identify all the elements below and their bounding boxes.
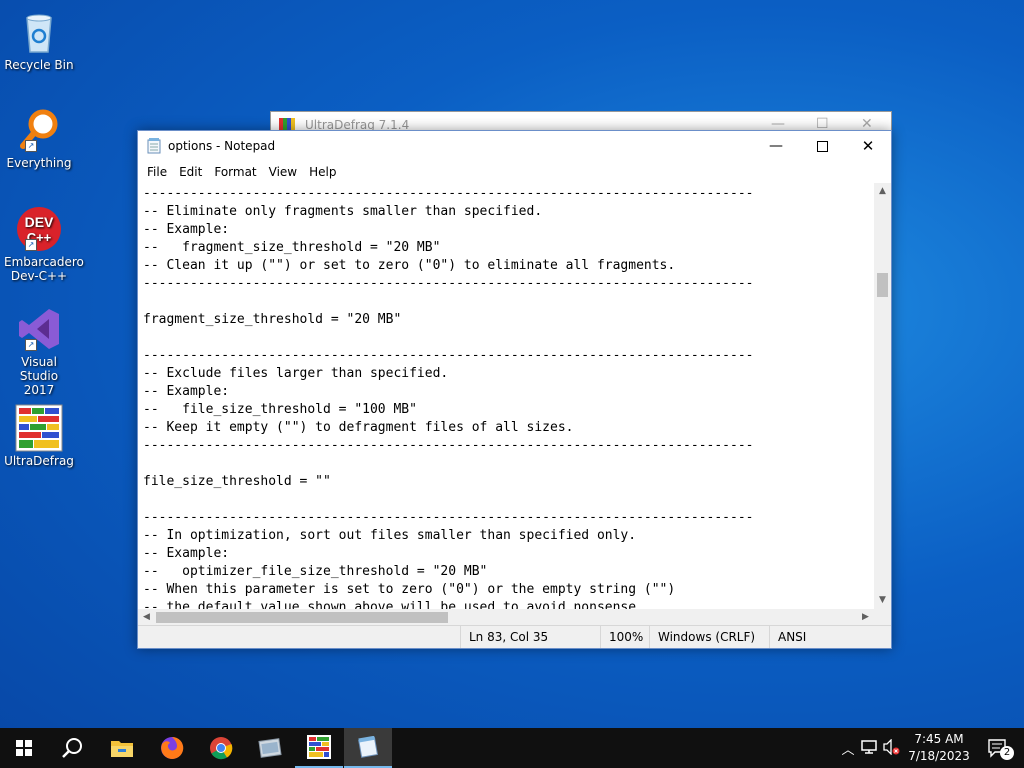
firefox-icon	[161, 736, 184, 759]
shortcut-arrow-icon: ↗	[25, 140, 37, 152]
notification-center-button[interactable]: 2	[978, 728, 1018, 768]
desktop-icon-label: Embarcadero Dev-C++	[4, 255, 84, 283]
windows-logo-icon	[16, 740, 32, 756]
search-button[interactable]	[48, 728, 96, 768]
scroll-left-icon[interactable]: ◀	[138, 609, 155, 626]
show-hidden-icons-icon[interactable]: ︿	[838, 739, 858, 758]
close-button[interactable]: ✕	[845, 131, 891, 161]
window-title: options - Notepad	[168, 139, 276, 153]
desktop-icon-label: Visual Studio 2017	[19, 355, 59, 397]
close-icon: ✕	[861, 137, 875, 155]
everything-search-icon: ↗	[15, 106, 63, 154]
svg-text:DEV: DEV	[25, 214, 54, 230]
search-icon	[62, 738, 82, 758]
volume-muted-icon[interactable]	[880, 737, 902, 758]
minimize-icon: —	[769, 138, 783, 154]
start-button[interactable]	[0, 728, 48, 768]
maximize-button[interactable]	[799, 131, 845, 161]
taskbar: ︿ 7:45 AM 7/18/2023 2	[0, 728, 1024, 768]
menu-view[interactable]: View	[263, 165, 303, 179]
vertical-scroll-thumb[interactable]	[877, 273, 888, 297]
menu-help[interactable]: Help	[303, 165, 342, 179]
application-window-icon	[258, 738, 282, 758]
status-encoding: ANSI	[769, 626, 878, 648]
menu-format[interactable]: Format	[208, 165, 262, 179]
menu-file[interactable]: File	[141, 165, 173, 179]
status-line-ending: Windows (CRLF)	[649, 626, 768, 648]
taskbar-file-explorer[interactable]	[98, 728, 146, 768]
ultradefrag-icon	[15, 404, 63, 452]
desktop-icon-recycle-bin[interactable]: Recycle Bin	[4, 8, 74, 72]
desktop-icon-devcpp[interactable]: DEV C++ ↗ Embarcadero Dev-C++	[4, 205, 84, 283]
scroll-down-icon[interactable]: ▼	[874, 592, 891, 609]
taskbar-app-window[interactable]	[246, 728, 294, 768]
desktop-icon-label: UltraDefrag	[4, 454, 74, 468]
devcpp-icon: DEV C++ ↗	[15, 205, 63, 253]
shortcut-arrow-icon: ↗	[25, 339, 37, 351]
scroll-right-icon[interactable]: ▶	[857, 609, 874, 626]
horizontal-scrollbar[interactable]: ◀ ▶	[138, 609, 874, 626]
taskbar-clock[interactable]: 7:45 AM 7/18/2023	[904, 731, 974, 765]
taskbar-chrome[interactable]	[197, 728, 245, 768]
desktop-icon-label: Everything	[6, 156, 72, 170]
visual-studio-icon: ↗	[15, 305, 63, 353]
chrome-icon	[210, 737, 233, 760]
notification-count-badge: 2	[1000, 746, 1014, 760]
notepad-window[interactable]: options - Notepad — ✕ File Edit Format V…	[137, 130, 892, 649]
system-tray: ︿	[838, 728, 902, 768]
taskbar-firefox[interactable]	[148, 728, 196, 768]
ultradefrag-taskbar-icon	[307, 735, 331, 759]
status-zoom: 100%	[600, 626, 649, 648]
network-icon[interactable]	[858, 739, 880, 757]
scroll-up-icon[interactable]: ▲	[874, 183, 891, 200]
menu-bar: File Edit Format View Help	[138, 161, 891, 183]
editor-text[interactable]: ----------------------------------------…	[138, 183, 874, 609]
notepad-app-icon	[147, 138, 161, 154]
menu-edit[interactable]: Edit	[173, 165, 208, 179]
text-editor[interactable]: ----------------------------------------…	[138, 183, 874, 609]
scrollbar-corner	[874, 609, 891, 626]
status-bar: Ln 83, Col 35 100% Windows (CRLF) ANSI	[138, 625, 891, 648]
minimize-button[interactable]: —	[753, 131, 799, 161]
horizontal-scroll-thumb[interactable]	[156, 612, 448, 623]
taskbar-ultradefrag[interactable]	[295, 728, 343, 768]
desktop-icon-everything[interactable]: ↗ Everything	[4, 106, 74, 170]
taskbar-notepad[interactable]	[344, 728, 392, 768]
ultradefrag-window-icon	[279, 118, 295, 130]
notepad-taskbar-icon	[358, 736, 379, 758]
desktop-icon-ultradefrag[interactable]: UltraDefrag	[4, 404, 74, 468]
notepad-titlebar[interactable]: options - Notepad — ✕	[138, 131, 891, 161]
clock-date: 7/18/2023	[908, 749, 970, 763]
vertical-scrollbar[interactable]: ▲ ▼	[874, 183, 891, 609]
recycle-bin-icon	[15, 8, 63, 56]
maximize-icon	[816, 140, 828, 152]
desktop-icon-label: Recycle Bin	[4, 58, 74, 72]
status-position: Ln 83, Col 35	[460, 626, 599, 648]
desktop-icon-visual-studio[interactable]: ↗ Visual Studio 2017	[4, 305, 74, 397]
clock-time: 7:45 AM	[914, 732, 964, 746]
shortcut-arrow-icon: ↗	[25, 239, 37, 251]
folder-icon	[111, 741, 133, 757]
